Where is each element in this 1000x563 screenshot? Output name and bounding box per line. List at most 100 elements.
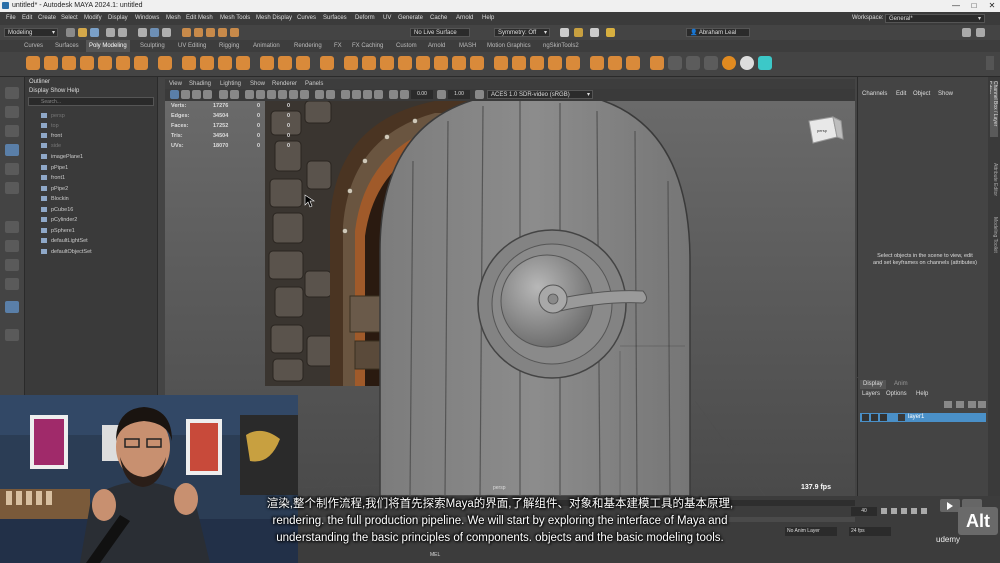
redo-icon[interactable] [118,28,127,37]
menu-uv[interactable]: UV [383,12,391,25]
viewport-menu-renderer[interactable]: Renderer [272,79,297,89]
shelf-tab-uv-editing[interactable]: UV Editing [178,40,206,52]
go-to-start-icon[interactable] [881,508,887,514]
symmetry-dropdown[interactable]: Symmetry: Off ▾ [494,28,550,37]
move-layer-down-icon[interactable] [956,401,964,408]
poly-text-icon[interactable] [218,56,232,70]
bridge-icon[interactable] [380,56,394,70]
menu-cache[interactable]: Cache [430,12,447,25]
outliner-item[interactable]: pPipe2 [41,185,68,194]
planar-map-icon[interactable] [512,56,526,70]
shelf-tab-animation[interactable]: Animation [253,40,280,52]
view-transform-dropdown[interactable]: ACES 1.0 SDR-video (sRGB) ▾ [487,90,593,99]
play-back-icon[interactable] [901,508,907,514]
layer-menu-layers[interactable]: Layers [862,391,880,397]
textured-icon[interactable] [278,90,287,99]
outliner-item[interactable]: pPipe1 [41,164,68,173]
shelf-tab-custom[interactable]: Custom [396,40,417,52]
menu-help[interactable]: Help [482,12,494,25]
menu-edit-mesh[interactable]: Edit Mesh [186,12,213,25]
move-layer-up-icon[interactable] [944,401,952,408]
poly-cylinder-icon[interactable] [62,56,76,70]
film-gate-icon[interactable] [230,90,239,99]
shelf-tab-rendering[interactable]: Rendering [294,40,322,52]
layer-tab-display[interactable]: Display [860,380,886,389]
harden-edge-icon[interactable] [608,56,622,70]
layout-outliner-icon[interactable] [5,278,19,290]
panel-toggle-icon[interactable] [976,28,985,37]
command-line-language[interactable]: MEL [430,552,440,558]
outliner-item[interactable]: persp [41,112,65,121]
select-component-icon[interactable] [162,28,171,37]
tab-channel-box-layer-editor[interactable]: Channel Box / Layer Editor [990,81,998,137]
undo-icon[interactable] [106,28,115,37]
step-forward-icon[interactable] [921,508,927,514]
play-forward-icon[interactable] [911,508,917,514]
current-frame-field[interactable]: 40 [851,507,877,516]
outliner-menus[interactable]: Display Show Help [29,88,79,94]
separate-icon[interactable] [278,56,292,70]
super-shape-icon[interactable] [182,56,196,70]
viewport-menu-lighting[interactable]: Lighting [220,79,241,89]
platonic-solid-icon[interactable] [158,56,172,70]
outliner-item[interactable]: pCube16 [41,206,73,215]
color-management-icon[interactable] [475,90,484,99]
channel-menu-show[interactable]: Show [938,91,953,97]
render-settings-icon[interactable] [590,28,599,37]
freeze-transform-icon[interactable] [650,56,664,70]
live-surface-dropdown[interactable]: No Live Surface [410,28,470,37]
menu-modify[interactable]: Modify [84,12,102,25]
outliner-item[interactable]: defaultObjectSet [41,248,92,257]
outliner-item[interactable]: top [41,122,59,131]
combine-icon[interactable] [260,56,274,70]
save-scene-icon[interactable] [90,28,99,37]
ipr-render-icon[interactable] [574,28,583,37]
rotate-tool-icon[interactable] [5,163,19,175]
menu-generate[interactable]: Generate [398,12,423,25]
new-scene-icon[interactable] [66,28,75,37]
menu-curves[interactable]: Curves [297,12,316,25]
fill-hole-icon[interactable] [434,56,448,70]
open-scene-icon[interactable] [78,28,87,37]
layout-four-icon[interactable] [5,240,19,252]
auto-map-icon[interactable] [530,56,544,70]
shelf-tab-fx-caching[interactable]: FX Caching [352,40,383,52]
sweep-mesh-icon[interactable] [200,56,214,70]
snap-surface-icon[interactable] [230,28,239,37]
custom-tool-1-icon[interactable] [686,56,700,70]
soften-edge-icon[interactable] [590,56,604,70]
target-weld-icon[interactable] [470,56,484,70]
menu-surfaces[interactable]: Surfaces [323,12,347,25]
channel-menu-object[interactable]: Object [913,91,930,97]
poly-sphere-icon[interactable] [26,56,40,70]
motion-blur-icon[interactable] [352,90,361,99]
layer-display-type-toggle[interactable] [880,414,887,421]
layer-color-swatch[interactable] [898,414,905,421]
menu-select[interactable]: Select [61,12,78,25]
menu-display[interactable]: Display [108,12,128,25]
viewport-menu-panels[interactable]: Panels [305,79,323,89]
layer-playback-toggle[interactable] [871,414,878,421]
hypershade-icon[interactable] [606,28,615,37]
ambient-occlusion-icon[interactable] [341,90,350,99]
custom-t-icon[interactable] [758,56,772,70]
wireframe-icon[interactable] [245,90,254,99]
shelf-tab-curves[interactable]: Curves [24,40,43,52]
layer-menu-options[interactable]: Options [886,391,907,397]
shelf-tab-fx[interactable]: FX [334,40,342,52]
outliner-item[interactable]: imagePlane1 [41,153,83,162]
shelf-tab-motion-graphics[interactable]: Motion Graphics [487,40,531,52]
maximize-button[interactable]: □ [966,0,982,12]
image-plane-toggle-icon[interactable] [203,90,212,99]
user-account-dropdown[interactable]: 👤 Abraham Leal [686,28,750,37]
extrude-icon[interactable] [362,56,376,70]
smooth-icon[interactable] [296,56,310,70]
menu-edit[interactable]: Edit [22,12,32,25]
render-icon[interactable] [560,28,569,37]
settings-icon[interactable] [962,28,971,37]
layout-icon[interactable] [566,56,580,70]
poly-plane-icon[interactable] [116,56,130,70]
gamma-icon[interactable] [437,90,446,99]
menu-mesh-display[interactable]: Mesh Display [256,12,292,25]
bevel-icon[interactable] [398,56,412,70]
